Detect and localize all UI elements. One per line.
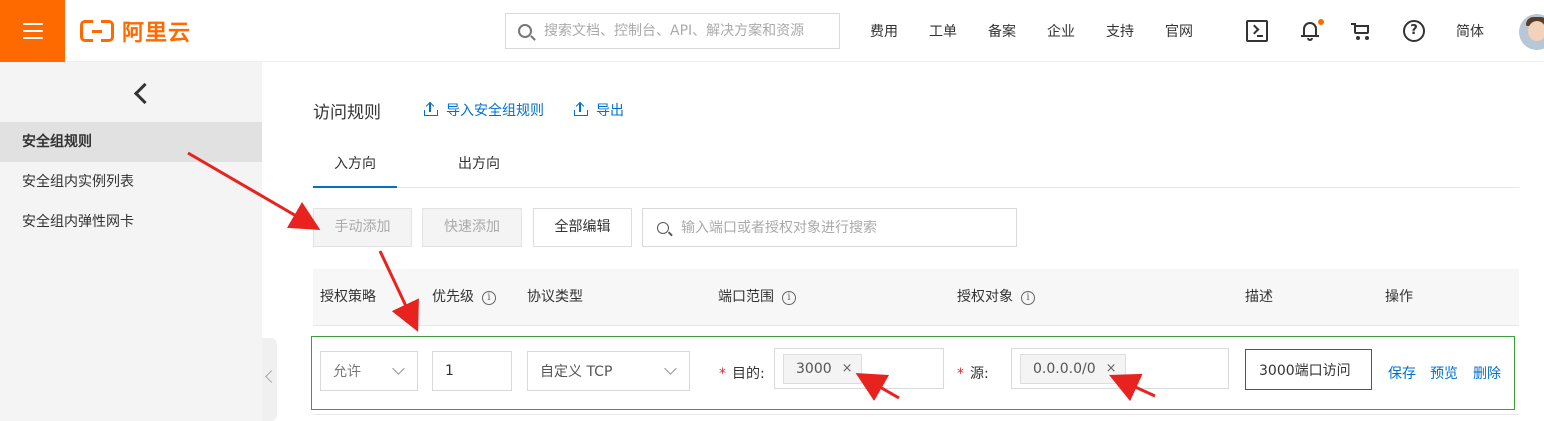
help-icon[interactable]: ? — [1403, 20, 1425, 42]
nav-enterprise[interactable]: 企业 — [1047, 21, 1075, 41]
source-tag-text: 0.0.0.0/0 — [1033, 361, 1096, 377]
rules-table-header: 授权策略 优先级 i 协议类型 端口范围 i 授权对象 i 描述 操作 — [313, 269, 1519, 326]
notification-dot — [1318, 19, 1324, 25]
global-search-input[interactable] — [544, 23, 834, 39]
nav-official-site[interactable]: 官网 — [1165, 21, 1193, 41]
sidebar-item-security-group-rules[interactable]: 安全组规则 — [0, 122, 262, 162]
chevron-down-icon — [664, 362, 677, 375]
menu-button[interactable] — [0, 0, 65, 62]
search-icon — [657, 221, 669, 234]
source-field[interactable]: 0.0.0.0/0 × — [1011, 348, 1229, 389]
col-actions: 操作 — [1385, 289, 1413, 305]
tab-inbound[interactable]: 入方向 — [313, 145, 397, 188]
global-search[interactable] — [505, 13, 840, 49]
import-rules-link[interactable]: 导入安全组规则 — [424, 100, 544, 120]
cart-icon[interactable] — [1351, 20, 1373, 42]
policy-select-value: 允许 — [333, 364, 361, 380]
dest-port-field[interactable]: 3000 × — [774, 348, 944, 389]
tab-outbound[interactable]: 出方向 — [441, 145, 517, 188]
description-input[interactable]: 3000端口访问 — [1245, 349, 1372, 390]
top-navbar: 阿里云 费用 工单 备案 企业 支持 官网 ? 简体 — [0, 0, 1544, 62]
close-icon[interactable]: × — [1106, 355, 1117, 383]
export-icon — [574, 101, 588, 116]
page-title: 访问规则 — [313, 103, 381, 123]
rule-search-input[interactable] — [681, 219, 1011, 236]
col-protocol: 协议类型 — [527, 289, 583, 305]
direction-tabs: 入方向 出方向 — [313, 145, 1519, 188]
table-bottom-divider — [313, 414, 1519, 415]
delete-button[interactable]: 删除 — [1473, 363, 1501, 383]
col-auth-object: 授权对象 i — [957, 269, 1035, 326]
terminal-icon[interactable] — [1246, 20, 1268, 42]
priority-input[interactable]: 1 — [432, 351, 512, 391]
rule-edit-row: 允许 1 自定义 TCP * 目的: 3000 × * 源: 0.0.0.0/0 ×… — [311, 336, 1515, 410]
sidebar-collapse-handle[interactable] — [262, 338, 277, 421]
rule-search[interactable] — [642, 208, 1017, 247]
bell-icon[interactable] — [1299, 19, 1324, 42]
language-switch[interactable]: 简体 — [1456, 21, 1484, 41]
brand-name: 阿里云 — [122, 21, 192, 46]
col-priority: 优先级 i — [432, 269, 496, 326]
source-label: * 源: — [957, 366, 989, 382]
aliyun-logo-icon — [80, 20, 114, 42]
required-mark: * — [719, 366, 726, 382]
hamburger-icon — [22, 23, 43, 39]
close-icon[interactable]: × — [842, 355, 853, 383]
priority-value: 1 — [445, 363, 454, 379]
info-icon[interactable]: i — [1021, 290, 1035, 305]
preview-button[interactable]: 预览 — [1430, 363, 1458, 383]
nav-tickets[interactable]: 工单 — [929, 21, 957, 41]
col-policy: 授权策略 — [320, 289, 376, 305]
info-icon[interactable]: i — [782, 290, 796, 305]
save-button[interactable]: 保存 — [1388, 363, 1416, 383]
description-value: 3000端口访问 — [1259, 362, 1351, 379]
info-icon[interactable]: i — [482, 290, 496, 305]
policy-select[interactable]: 允许 — [320, 351, 418, 391]
protocol-select[interactable]: 自定义 TCP — [527, 351, 690, 391]
dest-port-tag: 3000 × — [783, 354, 862, 384]
export-link[interactable]: 导出 — [574, 100, 624, 120]
protocol-select-value: 自定义 TCP — [540, 364, 613, 380]
upload-icon — [424, 101, 438, 116]
dest-label: * 目的: — [719, 366, 765, 382]
aliyun-logo[interactable]: 阿里云 — [80, 18, 192, 46]
search-icon — [518, 24, 532, 38]
edit-all-button[interactable]: 全部编辑 — [533, 208, 632, 247]
chevron-left-icon[interactable] — [132, 82, 152, 104]
nav-icp[interactable]: 备案 — [988, 21, 1016, 41]
nav-fees[interactable]: 费用 — [870, 21, 898, 41]
col-description: 描述 — [1245, 289, 1273, 305]
sidebar-item-instances[interactable]: 安全组内实例列表 — [0, 162, 262, 202]
chevron-down-icon — [392, 362, 405, 375]
sidebar-item-enis[interactable]: 安全组内弹性网卡 — [0, 202, 262, 242]
col-port-range: 端口范围 i — [718, 269, 796, 326]
import-rules-label: 导入安全组规则 — [446, 103, 544, 119]
top-nav-links: 费用 工单 备案 企业 支持 官网 — [870, 0, 1224, 62]
sidebar: 安全组规则 安全组内实例列表 安全组内弹性网卡 — [0, 62, 262, 421]
source-tag: 0.0.0.0/0 × — [1020, 354, 1126, 384]
quick-add-button[interactable]: 快速添加 — [422, 208, 522, 247]
required-mark: * — [957, 366, 964, 382]
export-label: 导出 — [596, 103, 624, 119]
avatar[interactable] — [1519, 14, 1544, 50]
dest-port-tag-text: 3000 — [796, 361, 832, 377]
nav-support[interactable]: 支持 — [1106, 21, 1134, 41]
manual-add-button[interactable]: 手动添加 — [313, 208, 412, 247]
